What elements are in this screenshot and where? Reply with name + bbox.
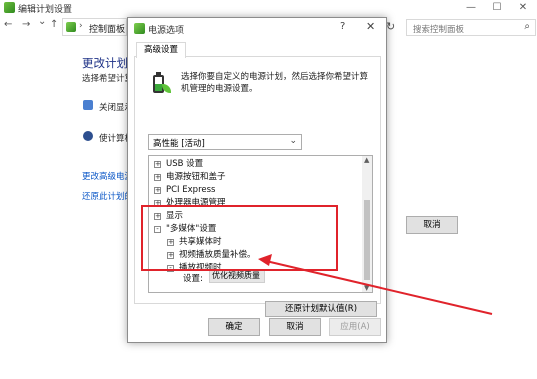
annotation-arrow [258,254,493,315]
tab-advanced-settings[interactable]: 高级设置 [136,42,186,58]
